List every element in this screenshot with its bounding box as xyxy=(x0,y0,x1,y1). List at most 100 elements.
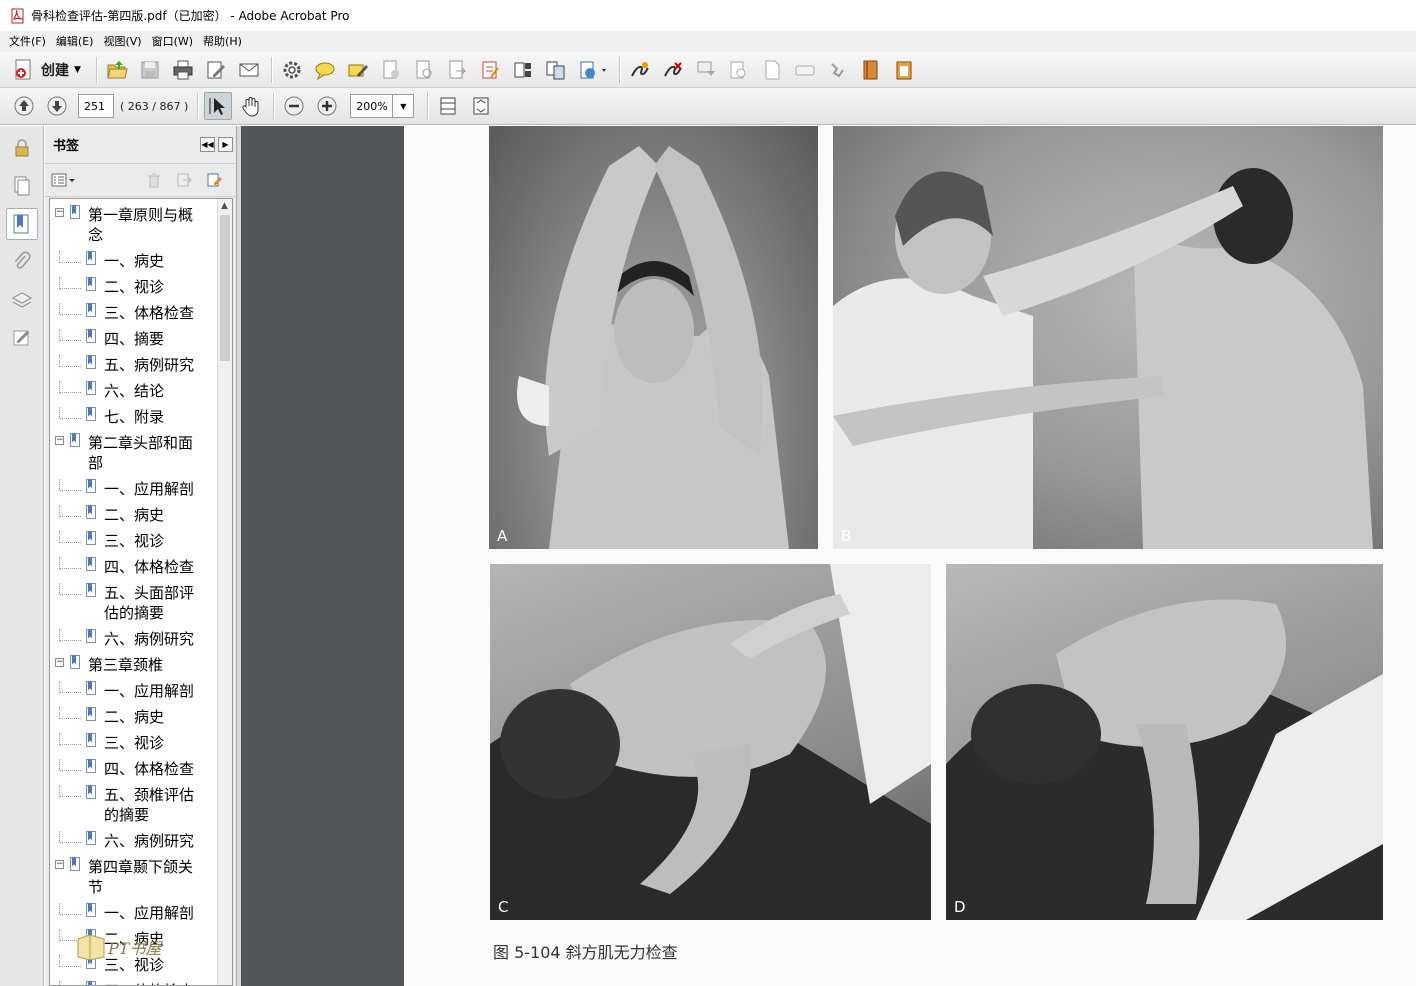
bookmark-item[interactable]: 二、病史 xyxy=(50,505,216,531)
form-button[interactable] xyxy=(476,56,504,84)
menu-help[interactable]: 帮助(H) xyxy=(198,32,247,51)
zoom-out-button[interactable] xyxy=(280,92,308,120)
highlighter-icon xyxy=(348,64,368,77)
bookmark-item[interactable]: 一、应用解剖 xyxy=(50,681,216,707)
bookmark-item[interactable]: 五、病例研究 xyxy=(50,355,216,381)
new-bookmark-icon[interactable] xyxy=(175,171,193,189)
bookmark-item[interactable]: 二、视诊 xyxy=(50,277,216,303)
multimedia-button[interactable] xyxy=(791,56,819,84)
security-button[interactable] xyxy=(575,56,611,84)
bookmark-label: 五、病例研究 xyxy=(104,355,216,375)
organize-pages-button[interactable] xyxy=(509,56,537,84)
link-button[interactable] xyxy=(824,56,852,84)
sign-button[interactable] xyxy=(626,56,654,84)
zoom-input[interactable] xyxy=(350,94,393,118)
tree-connector xyxy=(59,583,81,595)
info-button[interactable] xyxy=(725,56,753,84)
chevron-down-icon[interactable]: ▼ xyxy=(392,94,415,118)
layers-button[interactable] xyxy=(6,284,38,316)
bookmark-item[interactable]: 五、头面部评 估的摘要 xyxy=(50,583,216,629)
bookmark-item[interactable]: 一、应用解剖 xyxy=(50,479,216,505)
fit-page-button[interactable] xyxy=(434,92,462,120)
comment-button[interactable] xyxy=(311,56,339,84)
print-button[interactable] xyxy=(169,56,197,84)
previous-page-button[interactable] xyxy=(10,92,38,120)
blank-page-button[interactable] xyxy=(758,56,786,84)
export-page-button[interactable] xyxy=(443,56,471,84)
edit-document-button[interactable] xyxy=(202,56,230,84)
scrollbar-thumb[interactable] xyxy=(220,215,230,361)
settings-button[interactable] xyxy=(278,56,306,84)
bookmark-item[interactable]: 三、体格检查 xyxy=(50,303,216,329)
book-button[interactable] xyxy=(857,56,885,84)
options-menu-icon[interactable] xyxy=(51,172,77,188)
security-settings-button[interactable] xyxy=(6,132,38,164)
highlight-button[interactable] xyxy=(344,56,372,84)
open-button[interactable] xyxy=(103,56,131,84)
bookmark-item[interactable]: 五、颈椎评估 的摘要 xyxy=(50,785,216,831)
email-button[interactable] xyxy=(235,56,263,84)
next-page-button[interactable] xyxy=(43,92,71,120)
bookmark-label-text: 二、病史 xyxy=(104,708,165,726)
bookmark-chapter[interactable]: − 第二章头部和面部 xyxy=(50,433,216,479)
fit-width-button[interactable] xyxy=(467,92,495,120)
bookmark-item[interactable]: 四、体格检查 xyxy=(50,981,216,985)
multimedia-icon xyxy=(795,65,815,75)
bookmark-item[interactable]: 六、病例研究 xyxy=(50,831,216,857)
create-button[interactable]: 创建 ▼ xyxy=(10,56,87,84)
collapse-toggle-icon[interactable]: − xyxy=(55,860,64,869)
create-label: 创建 xyxy=(41,62,69,79)
close-panel-button[interactable]: ▶ xyxy=(218,137,233,152)
hand-tool-button[interactable] xyxy=(237,92,265,120)
bookmark-item[interactable]: 四、体格检查 xyxy=(50,759,216,785)
zoom-in-button[interactable] xyxy=(313,92,341,120)
bookmark-label: 第二章头部和面部 xyxy=(88,433,216,473)
bookmark-item[interactable]: 四、摘要 xyxy=(50,329,216,355)
remove-signature-button[interactable] xyxy=(659,56,687,84)
bookmark-item[interactable]: 一、病史 xyxy=(50,251,216,277)
bookmark-item[interactable]: 三、视诊 xyxy=(50,733,216,759)
stamp-button[interactable] xyxy=(692,56,720,84)
page-thumbnails-button[interactable] xyxy=(6,170,38,202)
collapse-toggle-icon[interactable]: − xyxy=(55,658,64,667)
bookmark-item[interactable]: 二、病史 xyxy=(50,707,216,733)
bookmark-item[interactable]: 七、附录 xyxy=(50,407,216,433)
bookmark-icon xyxy=(86,707,96,721)
bookmark-item[interactable]: 一、应用解剖 xyxy=(50,903,216,929)
clipboard-button[interactable] xyxy=(890,56,918,84)
save-button[interactable] xyxy=(136,56,164,84)
trash-icon[interactable] xyxy=(145,171,163,189)
bookmark-item[interactable]: 六、结论 xyxy=(50,381,216,407)
zoom-in-icon xyxy=(317,96,337,116)
page-number-input[interactable] xyxy=(78,94,114,118)
bookmarks-button[interactable] xyxy=(6,208,38,240)
bookmark-chapter[interactable]: − 第一章原则与概念 xyxy=(50,205,216,251)
search-page-button[interactable] xyxy=(410,56,438,84)
bookmark-label: 五、颈椎评估 的摘要 xyxy=(104,785,216,825)
select-tool-button[interactable] xyxy=(204,92,233,120)
combine-button[interactable] xyxy=(542,56,570,84)
chevron-up-icon[interactable]: ▲ xyxy=(221,201,228,211)
bookmark-item[interactable]: 三、视诊 xyxy=(50,531,216,557)
pdf-page: A B C D xyxy=(404,126,1416,986)
collapse-toggle-icon[interactable]: − xyxy=(55,208,64,217)
bookmarks-scrollbar[interactable]: ▲ xyxy=(217,199,232,985)
bookmark-item[interactable]: 六、病例研究 xyxy=(50,629,216,655)
bookmark-properties-icon[interactable] xyxy=(205,171,223,189)
menu-window[interactable]: 窗口(W) xyxy=(147,32,198,51)
bookmark-icon xyxy=(70,655,80,669)
bookmark-item[interactable]: 四、体格检查 xyxy=(50,557,216,583)
collapse-panel-button[interactable]: ◀◀ xyxy=(200,137,215,152)
menu-file[interactable]: 文件(F) xyxy=(4,32,51,51)
menu-view[interactable]: 视图(V) xyxy=(98,32,146,51)
arrow-up-icon xyxy=(14,96,34,116)
attachments-button[interactable] xyxy=(6,246,38,278)
signatures-button[interactable] xyxy=(6,322,38,354)
bookmark-chapter[interactable]: − 第三章颈椎 xyxy=(50,655,216,681)
delete-page-button[interactable] xyxy=(377,56,405,84)
menu-edit[interactable]: 编辑(E) xyxy=(51,32,99,51)
bookmark-icon xyxy=(70,205,80,219)
collapse-toggle-icon[interactable]: − xyxy=(55,436,64,445)
bookmark-chapter[interactable]: − 第四章颞下颌关节 xyxy=(50,857,216,903)
zoom-select[interactable]: ▼ xyxy=(350,94,415,118)
